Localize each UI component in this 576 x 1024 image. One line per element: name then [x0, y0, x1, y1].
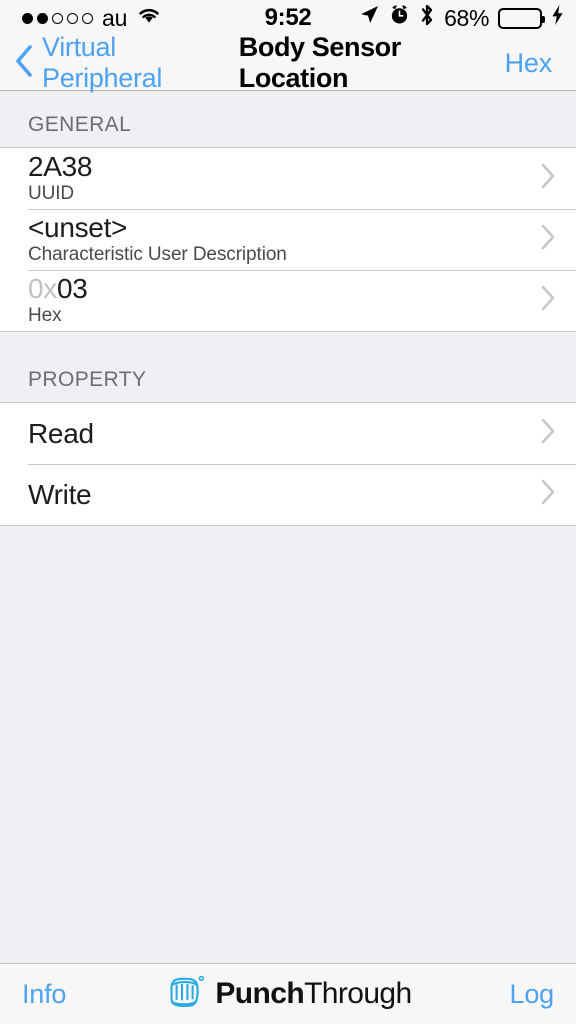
section-header-general: GENERAL [0, 91, 576, 147]
row-hex-value-value: 0x03 [28, 274, 528, 303]
log-button[interactable]: Log [510, 979, 555, 1010]
chevron-left-icon [14, 44, 34, 83]
punchthrough-branding: PunchThrough [0, 972, 576, 1017]
alarm-clock-icon [389, 4, 410, 32]
row-read-label: Read [28, 417, 94, 449]
brand-name-light: Through [304, 977, 412, 1010]
signal-dot-2 [37, 12, 48, 24]
back-button[interactable]: Virtual Peripheral [0, 32, 233, 94]
brand-name-bold: Punch [215, 977, 305, 1010]
chevron-right-icon [540, 284, 556, 317]
app-screen: au 9:52 68% Virtual Peripheral Body Sens… [0, 0, 576, 1024]
row-characteristic-user-description-label: Characteristic User Description [28, 243, 287, 265]
hex-digits: 03 [56, 273, 88, 305]
battery-icon [498, 7, 545, 29]
punchthrough-wordmark: PunchThrough [215, 977, 412, 1010]
chevron-right-icon [540, 417, 556, 450]
row-hex-value-text: 0x03 Hex [28, 274, 528, 326]
carrier-label: au [102, 4, 128, 31]
page-title: Body Sensor Location [238, 32, 402, 93]
back-button-label: Virtual Peripheral [42, 32, 163, 93]
lightning-bolt-icon [551, 4, 564, 33]
row-characteristic-user-description-value: <unset> [28, 212, 128, 244]
chevron-right-icon [540, 478, 556, 511]
row-characteristic-user-description-text: <unset> Characteristic User Description [28, 213, 528, 265]
wifi-icon [136, 4, 162, 32]
signal-dot-1 [22, 12, 33, 24]
signal-dot-3 [52, 12, 63, 24]
status-bar-right: 68% [358, 3, 576, 34]
row-hex-value[interactable]: 0x03 Hex [0, 270, 576, 331]
bluetooth-icon [419, 3, 435, 34]
chevron-right-icon [540, 223, 556, 256]
row-write-label: Write [28, 478, 92, 510]
row-read-text: Read [28, 418, 528, 450]
punchthrough-fist-logo [164, 972, 206, 1017]
hex-prefix: 0x [28, 273, 57, 305]
location-arrow-icon [358, 4, 380, 33]
cellular-signal-dots [22, 12, 93, 24]
signal-dot-4 [67, 12, 78, 24]
signal-dot-5 [82, 12, 93, 24]
row-read[interactable]: Read [0, 403, 576, 464]
chevron-right-icon [540, 162, 556, 195]
status-bar-left: au [0, 4, 162, 32]
row-uuid-value: 2A38 [28, 151, 93, 183]
row-write-text: Write [28, 479, 528, 511]
row-write[interactable]: Write [0, 464, 576, 525]
row-characteristic-user-description[interactable]: <unset> Characteristic User Description [0, 209, 576, 270]
hex-button[interactable]: Hex [505, 48, 576, 79]
section-general: 2A38 UUID <unset> Characteristic User De… [0, 147, 576, 332]
info-button[interactable]: Info [22, 979, 66, 1010]
bottom-toolbar: Info PunchThrough Log [0, 963, 576, 1024]
empty-table-area [0, 526, 576, 963]
row-uuid-label: UUID [28, 182, 75, 204]
section-property: Read Write [0, 402, 576, 526]
row-hex-value-label: Hex [28, 304, 62, 326]
navigation-bar: Virtual Peripheral Body Sensor Location … [0, 32, 576, 93]
row-uuid[interactable]: 2A38 UUID [0, 148, 576, 209]
battery-percentage-label: 68% [444, 4, 489, 31]
table-view[interactable]: GENERAL 2A38 UUID <unset> Characteristic… [0, 91, 576, 963]
status-bar: au 9:52 68% [0, 0, 576, 36]
section-header-property: PROPERTY [0, 332, 576, 402]
row-uuid-text: 2A38 UUID [28, 152, 528, 204]
